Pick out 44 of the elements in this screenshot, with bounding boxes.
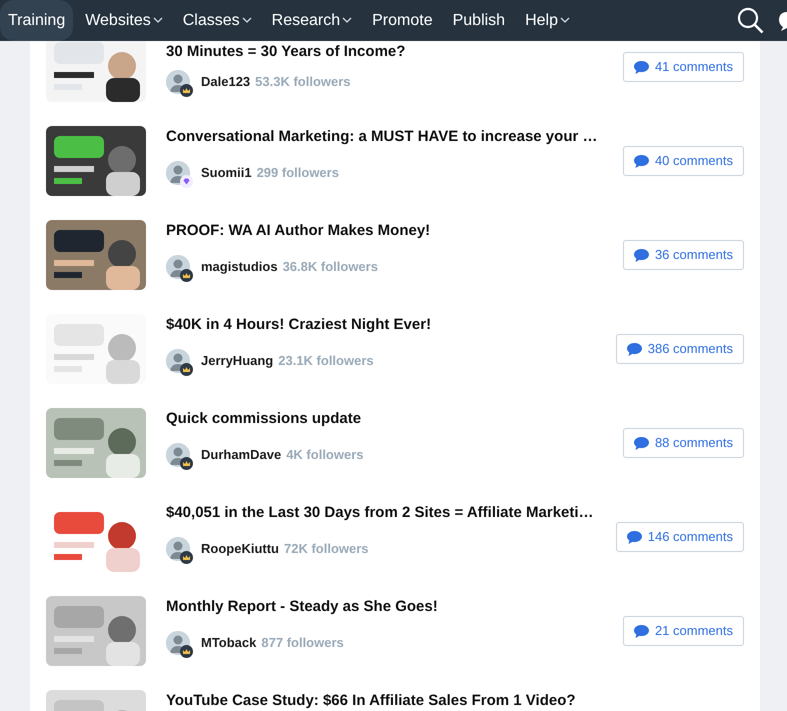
author-name[interactable]: Dale123 — [201, 72, 250, 92]
author-name[interactable]: magistudios — [201, 256, 278, 276]
speech-bubble-icon — [634, 248, 649, 262]
speech-bubble-icon — [634, 436, 649, 450]
follower-count: 72K followers — [284, 540, 369, 558]
comments-button[interactable]: 21 comments — [622, 616, 744, 646]
nav-link[interactable]: Publish — [444, 0, 514, 41]
nav-link[interactable]: Promote — [364, 0, 441, 41]
speech-bubble-icon — [626, 530, 642, 544]
post-title-link[interactable]: YouTube Case Study: $66 In Affiliate Sales From 1 Video? — [166, 690, 576, 711]
nav-link[interactable]: Classes — [174, 0, 260, 41]
nav-link[interactable]: Help — [517, 0, 578, 41]
follower-count: 877 followers — [261, 634, 344, 652]
speech-bubble-icon — [634, 154, 649, 168]
follower-count: 36.8K followers — [282, 258, 378, 276]
speech-bubble-icon — [626, 342, 642, 356]
post-title-link[interactable]: $40,051 in the Last 30 Days from 2 Sites = Affiliate Marketi… — [166, 502, 594, 524]
post-title-link[interactable]: Quick commissions update — [166, 408, 362, 430]
author-name[interactable]: Suomii1 — [201, 162, 252, 182]
follower-count: 4K followers — [286, 446, 364, 464]
comments-button[interactable]: 146 comments — [616, 522, 744, 552]
comments-button[interactable]: 40 comments — [622, 146, 744, 176]
follower-count: 299 followers — [256, 164, 339, 182]
comments-button[interactable]: 88 comments — [622, 428, 744, 458]
nav-link[interactable]: Websites — [77, 0, 171, 41]
comments-button[interactable]: 36 comments — [622, 240, 744, 270]
author-name[interactable]: RoopeKiuttu — [201, 538, 279, 558]
post-title-link[interactable]: $40K in 4 Hours! Craziest Night Ever! — [166, 314, 432, 336]
comments-button[interactable]: 41 comments — [622, 52, 744, 82]
follower-count: 23.1K followers — [278, 352, 374, 370]
author-name[interactable]: DurhamDave — [201, 444, 282, 464]
author-name[interactable]: MToback — [201, 632, 256, 652]
follower-count: 53.3K followers — [255, 72, 351, 91]
comments-button[interactable]: 386 comments — [616, 334, 744, 364]
speech-bubble-icon — [634, 624, 649, 638]
post-title-link[interactable]: PROOF: WA AI Author Makes Money! — [166, 220, 430, 242]
post-title-link[interactable]: Monthly Report - Steady as She Goes! — [166, 596, 438, 618]
search-icon[interactable] — [737, 6, 765, 34]
post-title-link[interactable]: Conversational Marketing: a MUST HAVE to increase your … — [166, 126, 598, 148]
post-title-link[interactable]: 30 Minutes = 30 Years of Income? — [166, 41, 406, 64]
speech-bubble-icon — [634, 60, 649, 74]
nav-link[interactable]: Training — [0, 0, 74, 41]
nav-link[interactable]: Research — [264, 0, 360, 41]
author-name[interactable]: JerryHuang — [201, 350, 274, 370]
